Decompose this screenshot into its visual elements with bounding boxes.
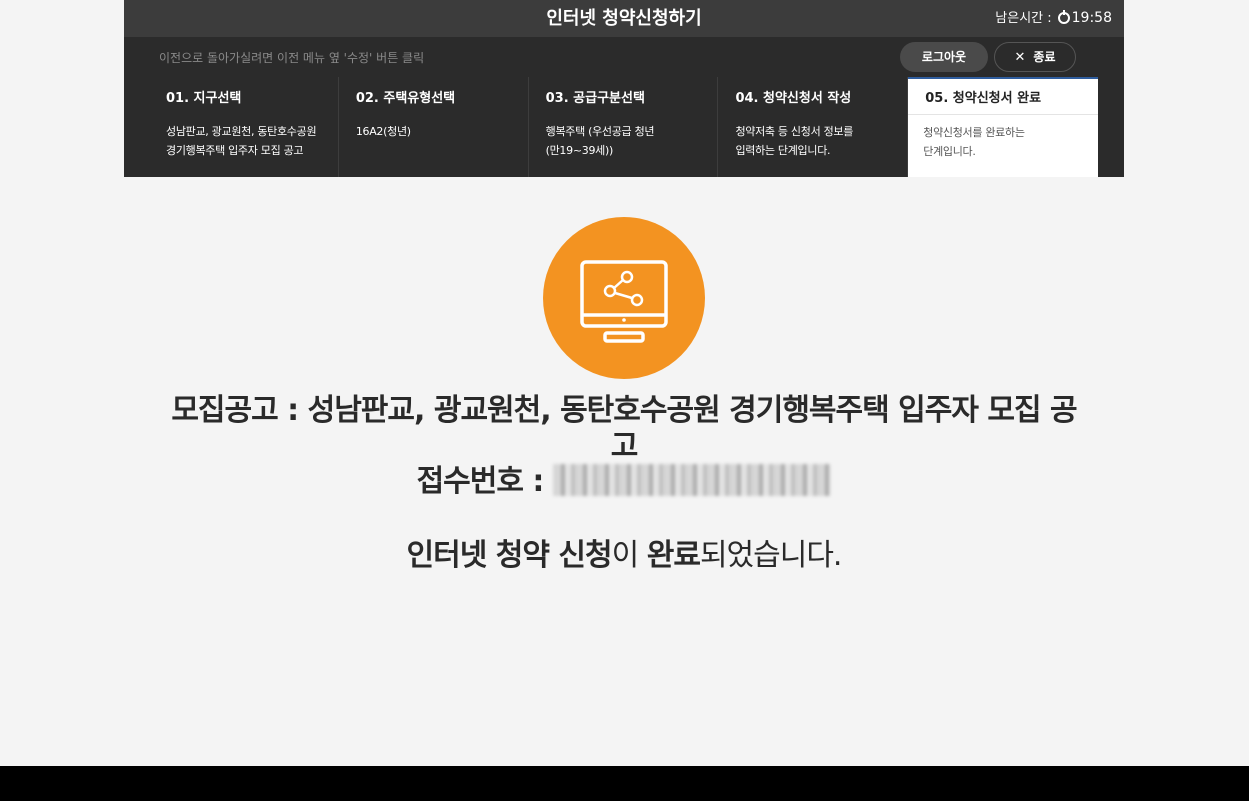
step-desc: 성남판교, 광교원천, 동탄호수공원 경기행복주택 입주자 모집 공고 <box>166 122 321 160</box>
step-desc-line: (만19~39세)) <box>545 144 614 157</box>
step-desc-line: 행복주택 (우선공급 청년 <box>545 125 655 138</box>
completion-bold-1: 인터넷 청약 신청 <box>406 538 613 573</box>
bottom-bar <box>0 766 1249 801</box>
step-desc-line: 청약신청서를 완료하는 <box>923 126 1025 139</box>
completion-bold-2: 완료 <box>646 538 701 573</box>
step-desc-line: 16A2(청년) <box>355 125 411 138</box>
step-3: 03. 공급구분선택 행복주택 (우선공급 청년 (만19~39세)) <box>528 77 719 177</box>
receipt-number: 접수번호 : <box>124 463 1124 500</box>
step-desc: 행복주택 (우선공급 청년 (만19~39세)) <box>546 122 701 160</box>
step-2: 02. 주택유형선택 16A2(청년) <box>338 77 529 177</box>
page-title: 인터넷 청약신청하기 <box>546 8 702 29</box>
step-desc-line: 경기행복주택 입주자 모집 공고 <box>166 144 304 157</box>
step-title: 04. 청약신청서 작성 <box>735 91 852 106</box>
step-desc: 청약신청서를 완료하는 단계입니다. <box>908 123 1098 161</box>
timer-value: 19:58 <box>1071 10 1112 26</box>
header: 인터넷 청약신청하기 남은시간 : 19:58 이전으로 돌아가실려면 이전 메뉴… <box>124 0 1124 177</box>
receipt-number-redacted <box>553 463 832 496</box>
close-label: 종료 <box>1033 50 1056 64</box>
timer-label: 남은시간 : <box>995 11 1052 26</box>
step-desc-line: 단계입니다. <box>923 145 976 158</box>
completion-text-2: 되었습니다. <box>699 538 843 573</box>
step-5-active: 05. 청약신청서 완료 청약신청서를 완료하는 단계입니다. <box>908 77 1099 177</box>
step-title: 01. 지구선택 <box>166 91 242 106</box>
title-bar: 인터넷 청약신청하기 남은시간 : 19:58 <box>124 0 1124 37</box>
step-desc-line: 청약저축 등 신청서 정보를 <box>735 125 854 138</box>
clock-icon <box>1057 10 1070 24</box>
step-desc: 청약저축 등 신청서 정보를 입력하는 단계입니다. <box>735 122 890 160</box>
step-desc-line: 입력하는 단계입니다. <box>735 144 831 157</box>
step-desc: 16A2(청년) <box>356 122 511 141</box>
close-icon: ✕ <box>1014 50 1026 65</box>
close-button[interactable]: ✕ 종료 <box>994 42 1076 72</box>
remaining-time: 남은시간 : 19:58 <box>995 0 1112 37</box>
back-hint: 이전으로 돌아가실려면 이전 메뉴 옆 '수정' 버튼 클릭 <box>159 51 425 65</box>
step-desc-line: 성남판교, 광교원천, 동탄호수공원 <box>166 125 317 138</box>
announcement-line: 고 <box>610 429 639 464</box>
announcement-line: 모집공고 : 성남판교, 광교원천, 동탄호수공원 경기행복주택 입주자 모집 … <box>171 393 1077 428</box>
announcement-title: 모집공고 : 성남판교, 광교원천, 동탄호수공원 경기행복주택 입주자 모집 … <box>124 393 1124 465</box>
step-4: 04. 청약신청서 작성 청약저축 등 신청서 정보를 입력하는 단계입니다. <box>718 77 909 177</box>
complete-icon-circle <box>543 217 705 379</box>
step-title: 05. 청약신청서 완료 <box>908 87 1099 115</box>
step-navigation: 01. 지구선택 성남판교, 광교원천, 동탄호수공원 경기행복주택 입주자 모… <box>149 77 1099 177</box>
step-1: 01. 지구선택 성남판교, 광교원천, 동탄호수공원 경기행복주택 입주자 모… <box>149 77 339 177</box>
sub-bar: 이전으로 돌아가실려면 이전 메뉴 옆 '수정' 버튼 클릭 로그아웃 ✕ 종료 <box>124 37 1124 77</box>
monitor-share-icon <box>580 260 668 343</box>
step-title: 02. 주택유형선택 <box>355 91 456 106</box>
receipt-label: 접수번호 : <box>416 464 545 499</box>
logout-button[interactable]: 로그아웃 <box>900 42 988 72</box>
completion-message: 인터넷 청약 신청이 완료되었습니다. <box>124 536 1124 576</box>
step-title: 03. 공급구분선택 <box>545 91 645 106</box>
completion-text-1: 이 <box>611 538 647 573</box>
